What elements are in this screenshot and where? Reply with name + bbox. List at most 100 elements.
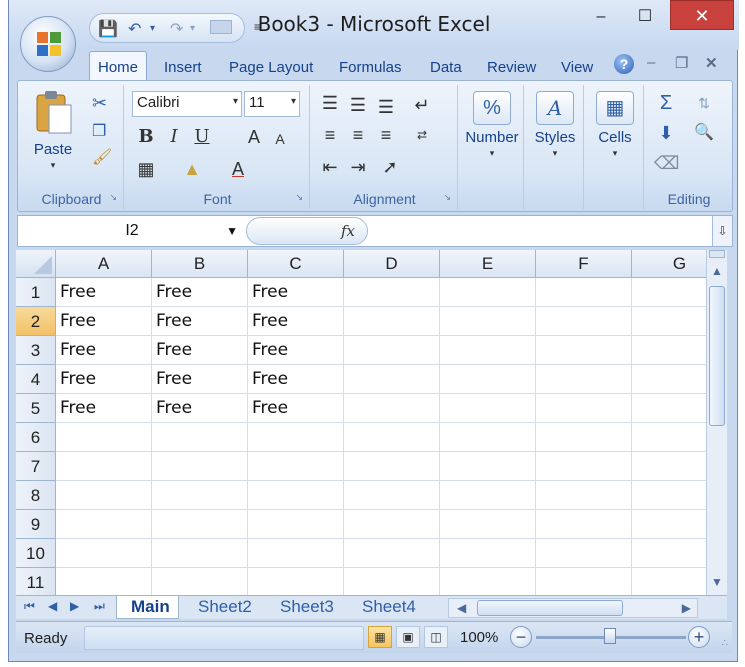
prev-sheet-icon[interactable]: ◀ <box>48 599 57 613</box>
grid-cell[interactable] <box>344 307 440 336</box>
grid-cell[interactable] <box>344 481 440 510</box>
grid-cell[interactable] <box>536 336 632 365</box>
grid-cell[interactable]: Free <box>248 336 344 365</box>
grid-cell[interactable] <box>152 568 248 595</box>
row-header[interactable]: 8 <box>16 481 56 510</box>
align-right-icon[interactable]: ≡ <box>374 123 398 147</box>
grid-cell[interactable] <box>632 568 706 595</box>
row-header[interactable]: 6 <box>16 423 56 452</box>
grid-cell[interactable]: Free <box>56 307 152 336</box>
underline-button[interactable]: U <box>190 125 214 149</box>
grid-cell[interactable] <box>56 510 152 539</box>
autosum-icon[interactable]: Σ <box>654 91 678 115</box>
grid-cell[interactable] <box>344 394 440 423</box>
wrap-text-icon[interactable]: ↵ <box>410 93 434 117</box>
grid-cell[interactable] <box>344 539 440 568</box>
grid-cell[interactable] <box>536 568 632 595</box>
column-header[interactable]: G <box>632 250 706 278</box>
number-button[interactable]: % Number ▾ <box>462 91 522 159</box>
tab-page-layout[interactable]: Page Layout <box>229 59 313 76</box>
grid-cell[interactable]: Free <box>56 278 152 307</box>
merge-center-icon[interactable]: ⇄ <box>410 123 434 147</box>
grid-cell[interactable] <box>536 481 632 510</box>
horizontal-scrollbar[interactable]: ◀ ▶ <box>448 598 698 618</box>
tab-review[interactable]: Review <box>487 59 536 76</box>
split-box[interactable] <box>709 250 725 258</box>
grow-font-button[interactable]: A <box>242 125 266 149</box>
column-header[interactable]: B <box>152 250 248 278</box>
row-header[interactable]: 1 <box>16 278 56 307</box>
sort-filter-icon[interactable]: ⇅ <box>692 91 716 115</box>
tab-home[interactable]: Home <box>89 51 148 81</box>
align-top-icon[interactable]: ☰ <box>318 91 342 115</box>
grid-cell[interactable]: Free <box>152 336 248 365</box>
help-icon[interactable]: ? <box>614 54 634 74</box>
select-all-button[interactable] <box>16 250 56 278</box>
font-launcher-icon[interactable]: ↘ <box>295 192 303 203</box>
grid-cell[interactable]: Free <box>248 365 344 394</box>
grid-cell[interactable] <box>248 539 344 568</box>
sheet-tab-sheet3[interactable]: Sheet3 <box>266 596 342 619</box>
grid-cell[interactable] <box>632 510 706 539</box>
grid-cell[interactable]: Free <box>152 278 248 307</box>
grid-cell[interactable] <box>632 336 706 365</box>
grid-cell[interactable] <box>632 539 706 568</box>
page-break-view-icon[interactable]: ◫ <box>424 626 448 648</box>
grid-cell[interactable] <box>536 394 632 423</box>
grid-cell[interactable] <box>440 365 536 394</box>
first-sheet-icon[interactable]: ⏮ <box>24 599 35 614</box>
grid-cell[interactable] <box>440 452 536 481</box>
grid-cell[interactable] <box>344 452 440 481</box>
grid-cell[interactable]: Free <box>152 394 248 423</box>
row-header[interactable]: 5 <box>16 394 56 423</box>
insert-function-button[interactable]: fx <box>341 222 355 240</box>
close-button[interactable]: ✕ <box>670 0 734 30</box>
grid-cell[interactable] <box>152 481 248 510</box>
office-button[interactable] <box>20 16 76 72</box>
grid-cell[interactable] <box>344 510 440 539</box>
grid-cell[interactable] <box>344 278 440 307</box>
increase-indent-icon[interactable]: ⇥ <box>346 155 370 179</box>
doc-close-icon[interactable]: ✕ <box>705 54 718 72</box>
grid-cell[interactable] <box>56 452 152 481</box>
zoom-level[interactable]: 100% <box>460 629 498 646</box>
grid-cell[interactable] <box>440 423 536 452</box>
cut-icon[interactable]: ✂ <box>92 93 107 114</box>
grid-cell[interactable] <box>56 423 152 452</box>
fill-icon[interactable]: ⬇ <box>654 121 678 145</box>
grid-cell[interactable] <box>248 568 344 595</box>
grid-cell[interactable] <box>440 568 536 595</box>
grid-cell[interactable] <box>632 278 706 307</box>
column-header[interactable]: A <box>56 250 152 278</box>
row-header[interactable]: 10 <box>16 539 56 568</box>
formula-input[interactable] <box>370 216 710 246</box>
resize-grip-icon[interactable]: ∴ <box>722 638 728 649</box>
align-bottom-icon[interactable]: ☰ <box>374 95 398 119</box>
paste-dropdown-icon[interactable]: ▾ <box>24 160 82 171</box>
styles-button[interactable]: A Styles ▾ <box>528 91 582 159</box>
align-left-icon[interactable]: ≡ <box>318 123 342 147</box>
sheet-tab-sheet2[interactable]: Sheet2 <box>184 596 260 619</box>
orientation-icon[interactable]: ➚ <box>378 155 402 179</box>
zoom-out-icon[interactable]: − <box>510 626 532 648</box>
zoom-in-icon[interactable]: + <box>688 626 710 648</box>
grid-cell[interactable] <box>248 452 344 481</box>
grid-cell[interactable] <box>536 307 632 336</box>
find-select-icon[interactable]: 🔍 <box>692 121 716 145</box>
grid-cell[interactable] <box>440 278 536 307</box>
next-sheet-icon[interactable]: ▶ <box>70 599 79 613</box>
tab-view[interactable]: View <box>561 59 593 76</box>
scroll-down-icon[interactable]: ▼ <box>711 575 723 589</box>
grid-cell[interactable] <box>632 307 706 336</box>
row-header[interactable]: 11 <box>16 568 56 595</box>
tab-insert[interactable]: Insert <box>164 59 202 76</box>
grid-cell[interactable] <box>536 452 632 481</box>
maximize-button[interactable]: ☐ <box>628 6 662 36</box>
copy-icon[interactable]: ❐ <box>92 121 106 141</box>
row-header[interactable]: 9 <box>16 510 56 539</box>
font-name-dropdown-icon[interactable]: ▾ <box>233 96 238 107</box>
vertical-scroll-thumb[interactable] <box>709 286 725 426</box>
zoom-slider-thumb[interactable] <box>604 628 616 644</box>
name-box[interactable]: I2 ▼ <box>18 216 246 246</box>
grid-cell[interactable]: Free <box>248 278 344 307</box>
